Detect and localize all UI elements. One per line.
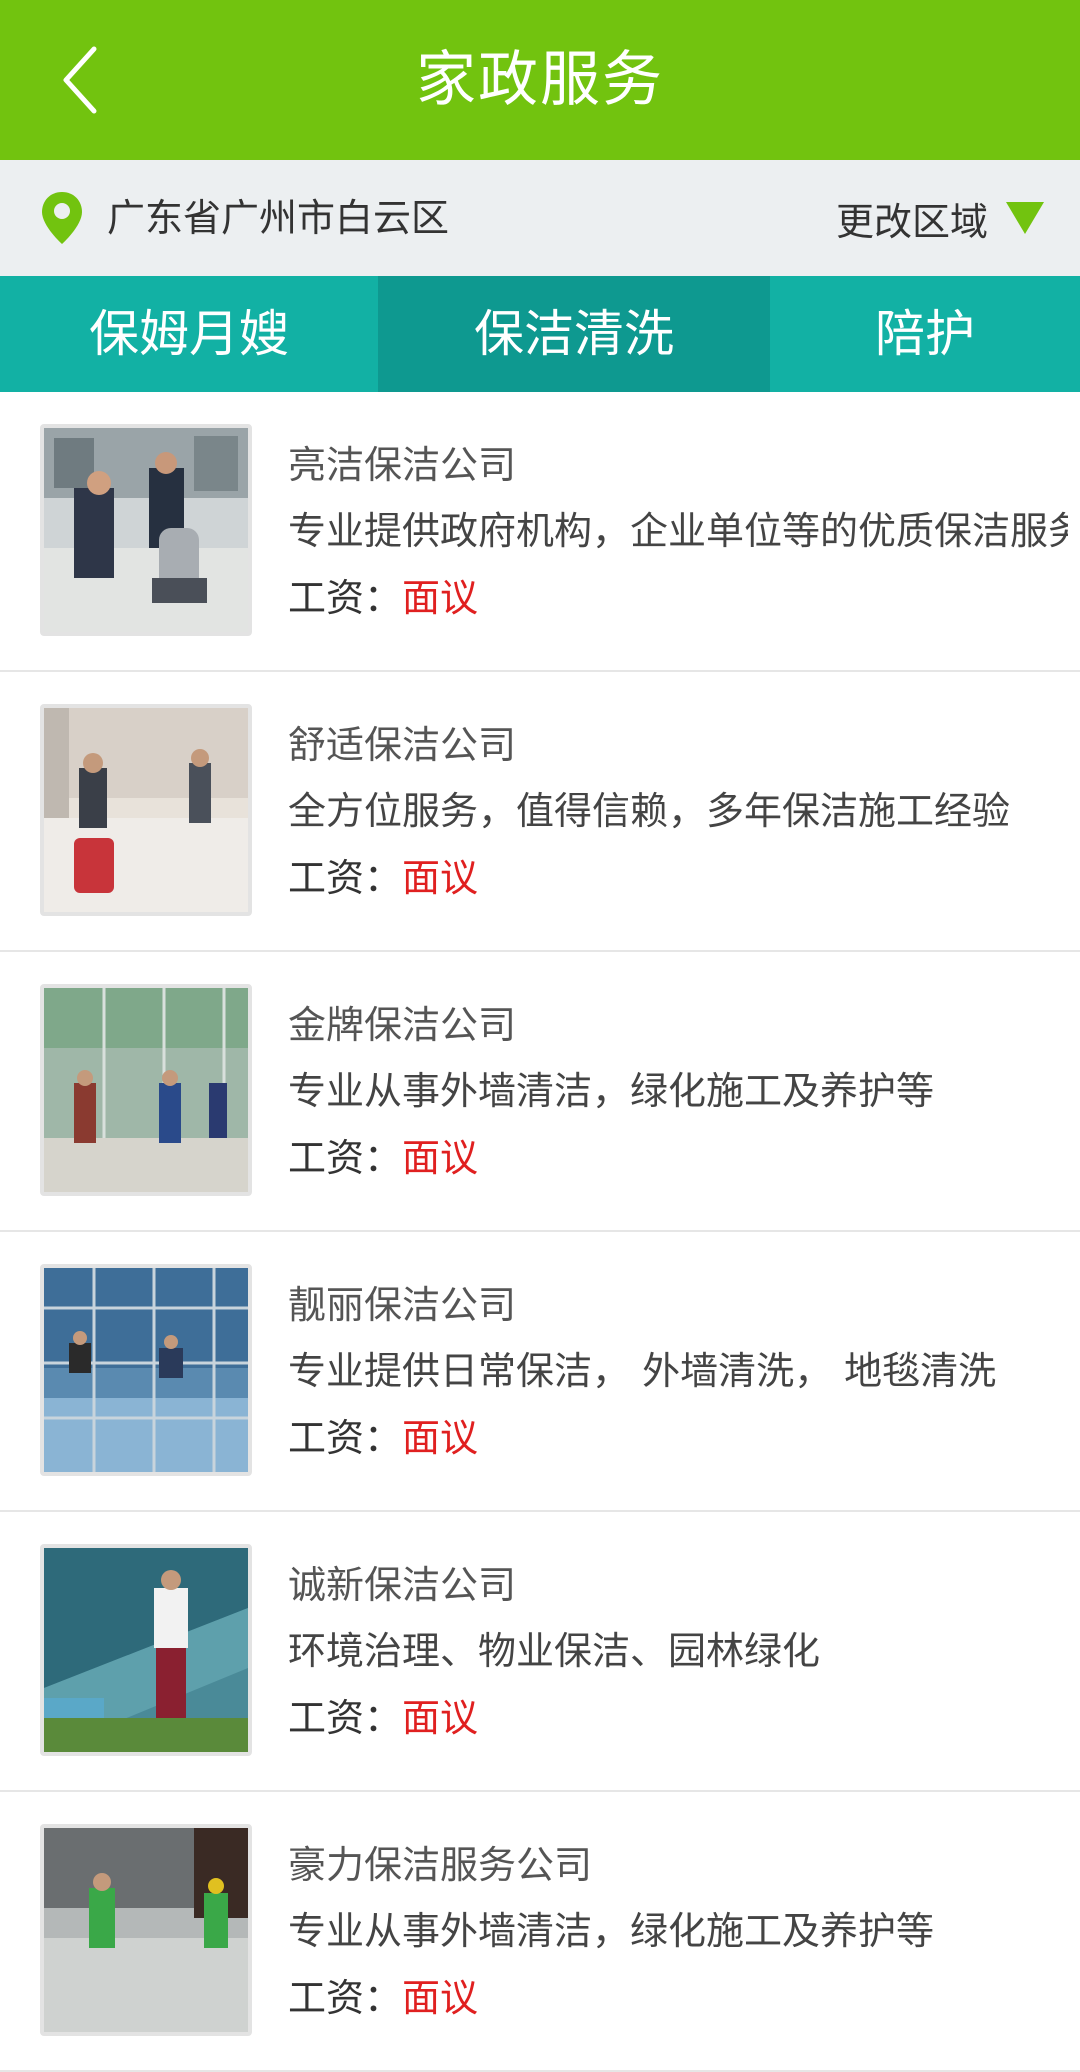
company-photo (40, 1824, 252, 2036)
salary-value: 面议 (402, 1416, 479, 1460)
company-name: 靓丽保洁公司 (288, 1283, 517, 1327)
company-photo (40, 704, 252, 916)
salary: 工资：面议 (288, 1967, 478, 2022)
company-name: 金牌保洁公司 (288, 1003, 517, 1047)
tab-caregiving[interactable]: 陪护 (770, 276, 1080, 392)
company-photo (40, 1544, 252, 1756)
list-item[interactable]: 金牌保洁公司 专业从事外墙清洁，绿化施工及养护等 工资：面议 (0, 952, 1080, 1232)
salary-label: 工资： (288, 1696, 403, 1740)
list-item[interactable]: 舒适保洁公司 全方位服务，值得信赖，多年保洁施工经验 工资：面议 (0, 672, 1080, 952)
list-item[interactable]: 靓丽保洁公司 专业提供日常保洁， 外墙清洗， 地毯清洗 工资：面议 (0, 1232, 1080, 1512)
salary: 工资：面议 (288, 567, 478, 622)
salary-label: 工资： (288, 1136, 403, 1180)
salary-value: 面议 (402, 1696, 479, 1740)
salary: 工资：面议 (288, 1127, 478, 1182)
location-pin-icon (42, 192, 82, 244)
salary-value: 面议 (402, 1136, 479, 1180)
dropdown-triangle-icon (1006, 202, 1044, 234)
page-title: 家政服务 (416, 45, 664, 115)
list-item[interactable]: 亮洁保洁公司 专业提供政府机构，企业单位等的优质保洁服务 工资：面议 (0, 392, 1080, 672)
company-description: 专业提供政府机构，企业单位等的优质保洁服务 (288, 509, 1068, 553)
company-description: 专业提供日常保洁， 外墙清洗， 地毯清洗 (288, 1349, 997, 1393)
company-photo (40, 424, 252, 636)
salary-label: 工资： (288, 1416, 403, 1460)
company-name: 舒适保洁公司 (288, 723, 517, 767)
company-photo (40, 1264, 252, 1476)
company-name: 亮洁保洁公司 (288, 443, 517, 487)
salary: 工资：面议 (288, 1407, 478, 1462)
salary-value: 面议 (402, 1976, 479, 2020)
salary-label: 工资： (288, 856, 403, 900)
change-region-button[interactable]: 更改区域 (836, 160, 1044, 276)
salary: 工资：面议 (288, 847, 478, 902)
company-description: 专业从事外墙清洁，绿化施工及养护等 (288, 1909, 935, 1953)
list-item[interactable]: 诚新保洁公司 环境治理、物业保洁、园林绿化 工资：面议 (0, 1512, 1080, 1792)
company-name: 诚新保洁公司 (288, 1563, 517, 1607)
tab-cleaning[interactable]: 保洁清洗 (378, 276, 770, 392)
company-name: 豪力保洁服务公司 (288, 1843, 593, 1887)
change-region-label: 更改区域 (835, 199, 988, 244)
top-bar: 家政服务 (0, 0, 1080, 160)
salary-value: 面议 (402, 576, 479, 620)
company-description: 专业从事外墙清洁，绿化施工及养护等 (288, 1069, 935, 1113)
tab-nanny[interactable]: 保姆月嫂 (0, 276, 378, 392)
company-list: 亮洁保洁公司 专业提供政府机构，企业单位等的优质保洁服务 工资：面议 舒适保洁公… (0, 392, 1080, 2072)
salary: 工资：面议 (288, 1687, 478, 1742)
company-description: 全方位服务，值得信赖，多年保洁施工经验 (288, 789, 1011, 833)
company-photo (40, 984, 252, 1196)
current-location: 广东省广州市白云区 (107, 196, 450, 240)
company-description: 环境治理、物业保洁、园林绿化 (288, 1629, 821, 1673)
salary-label: 工资： (288, 1976, 403, 2020)
location-bar: 广东省广州市白云区 更改区域 (0, 160, 1080, 276)
salary-label: 工资： (288, 576, 403, 620)
salary-value: 面议 (402, 856, 479, 900)
list-item[interactable]: 豪力保洁服务公司 专业从事外墙清洁，绿化施工及养护等 工资：面议 (0, 1792, 1080, 2072)
category-tabs: 保姆月嫂 保洁清洗 陪护 (0, 276, 1080, 392)
